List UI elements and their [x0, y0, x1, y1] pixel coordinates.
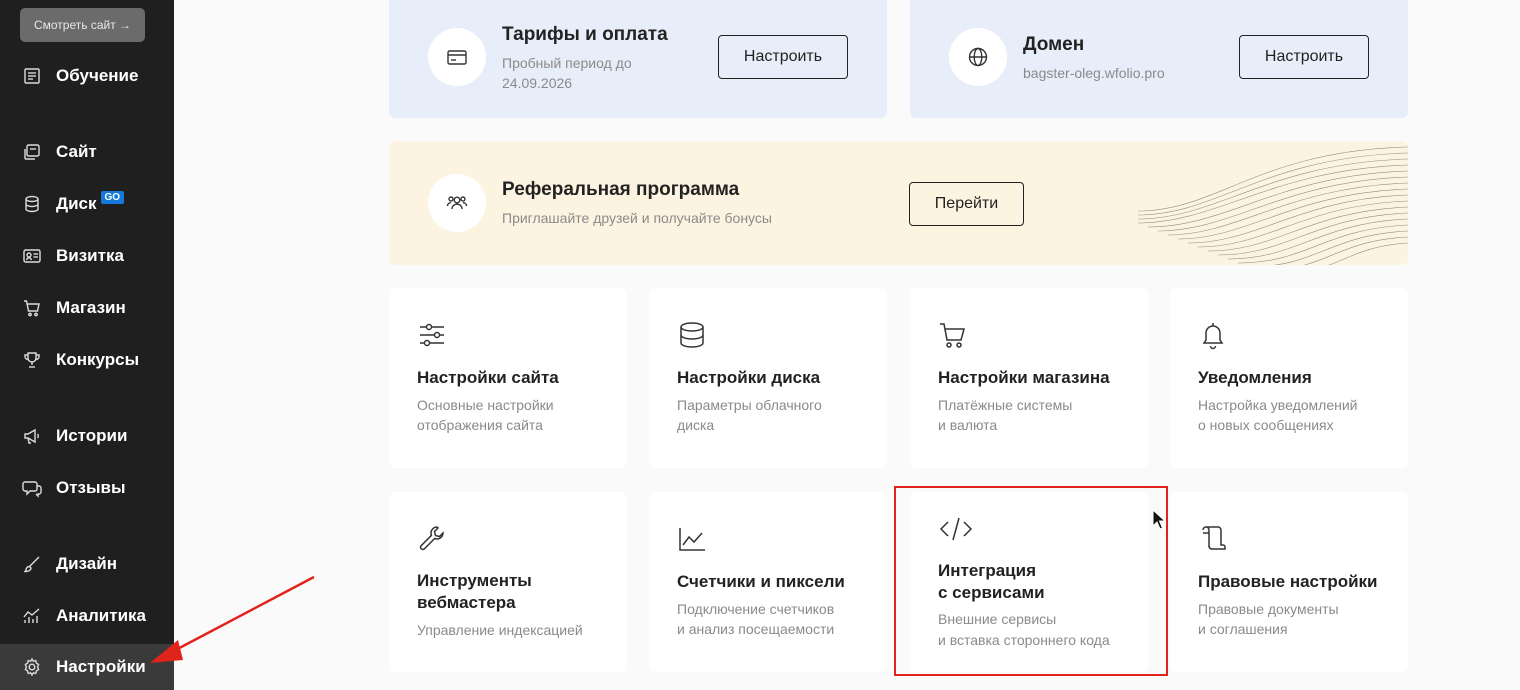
tile-subtitle: Правовые документы	[1198, 601, 1339, 617]
tile-subtitle: и валюта	[938, 417, 998, 433]
tile-subtitle: и соглашения	[1198, 621, 1288, 637]
tile-disk-settings[interactable]: Настройки диска Параметры облачного диск…	[649, 288, 887, 468]
sidebar-item-shop[interactable]: Магазин	[0, 285, 174, 331]
tile-notifications[interactable]: Уведомления Настройка уведомлений о новы…	[1170, 288, 1408, 468]
tariffs-date: 24.09.2026	[502, 75, 573, 91]
tile-subtitle: о новых сообщениях	[1198, 417, 1334, 433]
cart-icon	[938, 320, 968, 350]
tile-title: Правовые настройки	[1198, 572, 1378, 591]
tariffs-subtitle: Пробный период до	[502, 55, 632, 71]
referral-card: Реферальная программа Приглашайте друзей…	[389, 141, 1408, 265]
sidebar-item-reviews[interactable]: Отзывы	[0, 465, 174, 511]
sidebar-item-settings[interactable]: Настройки	[0, 644, 174, 690]
main-content: Тарифы и оплата Пробный период до 24.09.…	[174, 0, 1520, 690]
sidebar-item-label: Визитка	[56, 246, 124, 265]
trophy-icon	[22, 350, 42, 370]
cart-icon	[22, 298, 42, 318]
tile-subtitle: Платёжные системы	[938, 397, 1073, 413]
sidebar-item-stories[interactable]: Истории	[0, 413, 174, 459]
referral-title: Реферальная программа	[502, 179, 740, 200]
tile-title: Настройки магазина	[938, 368, 1110, 387]
sidebar-item-label: Диск	[56, 194, 97, 213]
sidebar-item-label: Конкурсы	[56, 350, 140, 369]
analytics-icon	[22, 606, 42, 626]
tile-title: Уведомления	[1198, 368, 1312, 387]
sidebar-item-label: Магазин	[56, 298, 126, 317]
sidebar: Смотреть сайт → Обучение Сайт Диск GO Ви…	[0, 0, 174, 690]
sidebar-item-label: Сайт	[56, 142, 97, 161]
scroll-icon	[1198, 524, 1228, 554]
domain-value: bagster-oleg.wfolio.pro	[1023, 65, 1165, 81]
sidebar-item-label: Дизайн	[56, 554, 117, 573]
chat-icon	[22, 478, 42, 498]
referral-go-button[interactable]: Перейти	[909, 182, 1024, 226]
sidebar-item-label: Истории	[56, 426, 128, 445]
tile-subtitle: Параметры облачного	[677, 397, 822, 413]
wrench-icon	[417, 524, 447, 554]
tile-webmaster-tools[interactable]: Инструменты вебмастера Управление индекс…	[389, 492, 627, 672]
mouse-cursor-icon	[1152, 509, 1166, 530]
tile-subtitle: и анализ посещаемости	[677, 621, 835, 637]
view-site-button[interactable]: Смотреть сайт →	[20, 8, 145, 42]
domain-title: Домен	[1023, 34, 1085, 55]
tile-title: Инструменты	[417, 571, 532, 590]
sidebar-item-design[interactable]: Дизайн	[0, 541, 174, 587]
tile-subtitle: Настройка уведомлений	[1198, 397, 1358, 413]
tile-counters-pixels[interactable]: Счетчики и пиксели Подключение счетчиков…	[649, 492, 887, 672]
go-badge: GO	[100, 190, 125, 204]
line-chart-icon	[677, 524, 707, 554]
database-icon	[677, 320, 707, 350]
bell-icon	[1198, 320, 1228, 350]
sidebar-item-label: Обучение	[56, 66, 139, 85]
tile-shop-settings[interactable]: Настройки магазина Платёжные системы и в…	[910, 288, 1148, 468]
sidebar-item-learning[interactable]: Обучение	[0, 53, 174, 99]
book-icon	[22, 66, 42, 86]
gear-icon	[22, 657, 42, 677]
sidebar-item-card[interactable]: Визитка	[0, 233, 174, 279]
megaphone-icon	[22, 426, 42, 446]
globe-icon	[949, 28, 1007, 86]
tile-title: вебмастера	[417, 593, 516, 612]
users-icon	[428, 174, 486, 232]
tile-title: Настройки сайта	[417, 368, 559, 387]
domain-card: Домен bagster-oleg.wfolio.pro Настроить	[910, 0, 1408, 118]
sidebar-item-contests[interactable]: Конкурсы	[0, 337, 174, 383]
sidebar-item-site[interactable]: Сайт	[0, 129, 174, 175]
tariffs-card: Тарифы и оплата Пробный период до 24.09.…	[389, 0, 887, 118]
tile-subtitle: Основные настройки	[417, 397, 554, 413]
tile-subtitle: Управление индексацией	[417, 622, 583, 638]
brush-icon	[22, 554, 42, 574]
tile-subtitle: Подключение счетчиков	[677, 601, 835, 617]
pages-icon	[22, 142, 42, 162]
referral-subtitle: Приглашайте друзей и получайте бонусы	[502, 210, 772, 226]
decorative-waves	[1138, 146, 1408, 265]
tariffs-configure-button[interactable]: Настроить	[718, 35, 848, 79]
tariffs-title: Тарифы и оплата	[502, 24, 668, 45]
sidebar-item-label: Настройки	[56, 657, 146, 676]
sidebar-item-analytics[interactable]: Аналитика	[0, 593, 174, 639]
tile-site-settings[interactable]: Настройки сайта Основные настройки отобр…	[389, 288, 627, 468]
tile-subtitle: отображения сайта	[417, 417, 543, 433]
tile-title: Настройки диска	[677, 368, 821, 387]
annotation-highlight-box	[894, 486, 1168, 676]
tile-legal-settings[interactable]: Правовые настройки Правовые документы и …	[1170, 492, 1408, 672]
tile-subtitle: диска	[677, 417, 715, 433]
sidebar-item-disk[interactable]: Диск GO	[0, 181, 174, 227]
sliders-icon	[417, 320, 447, 350]
credit-card-icon	[428, 28, 486, 86]
sidebar-item-label: Аналитика	[56, 606, 146, 625]
database-icon	[22, 194, 42, 214]
sidebar-item-label: Отзывы	[56, 478, 126, 497]
id-card-icon	[22, 246, 42, 266]
tile-title: Счетчики и пиксели	[677, 572, 845, 591]
domain-configure-button[interactable]: Настроить	[1239, 35, 1369, 79]
